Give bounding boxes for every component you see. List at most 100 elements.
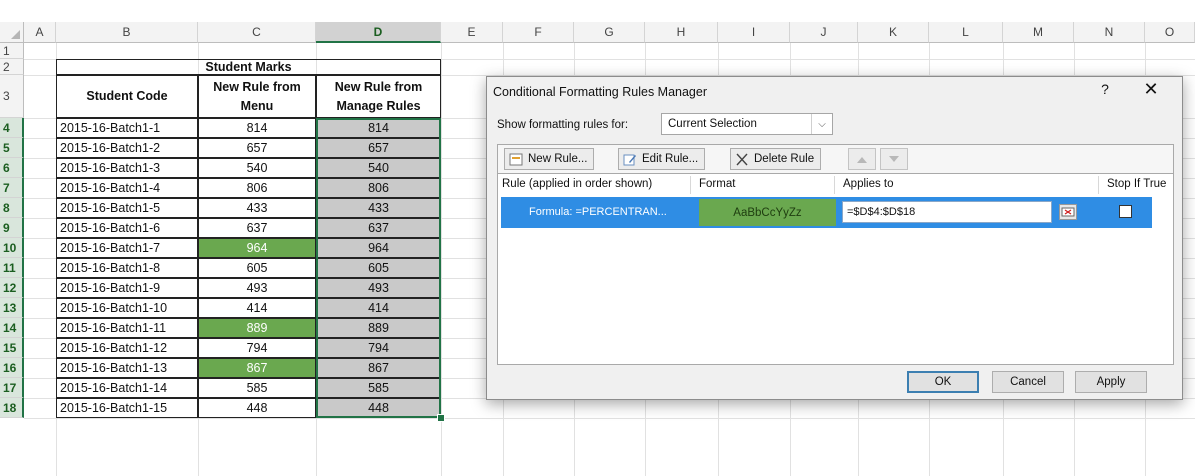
row-header-2[interactable]: 2 xyxy=(0,59,24,75)
row-header-10[interactable]: 10 xyxy=(0,238,24,258)
chevron-down-icon[interactable]: ⌵ xyxy=(811,114,832,134)
student-code-cell[interactable]: 2015-16-Batch1-10 xyxy=(56,298,198,318)
row-header-11[interactable]: 11 xyxy=(0,258,24,278)
close-button[interactable]: ✕ xyxy=(1140,79,1162,100)
row-header-8[interactable]: 8 xyxy=(0,198,24,218)
row-header-13[interactable]: 13 xyxy=(0,298,24,318)
column-header-c[interactable]: C xyxy=(198,22,316,43)
student-code-cell[interactable]: 2015-16-Batch1-15 xyxy=(56,398,198,418)
student-code-cell[interactable]: 2015-16-Batch1-9 xyxy=(56,278,198,298)
menu-rule-cell[interactable]: 637 xyxy=(198,218,316,238)
menu-rule-cell[interactable]: 585 xyxy=(198,378,316,398)
menu-rule-cell[interactable]: 493 xyxy=(198,278,316,298)
row-header-4[interactable]: 4 xyxy=(0,118,24,138)
menu-rule-cell[interactable]: 814 xyxy=(198,118,316,138)
student-code-cell[interactable]: 2015-16-Batch1-5 xyxy=(56,198,198,218)
manage-rule-cell[interactable]: 605 xyxy=(316,258,441,278)
manage-rule-cell[interactable]: 433 xyxy=(316,198,441,218)
row-header-14[interactable]: 14 xyxy=(0,318,24,338)
menu-rule-cell[interactable]: 806 xyxy=(198,178,316,198)
column-header-o[interactable]: O xyxy=(1145,22,1195,43)
student-code-cell[interactable]: 2015-16-Batch1-11 xyxy=(56,318,198,338)
manage-rule-cell[interactable]: 657 xyxy=(316,138,441,158)
manage-rule-cell[interactable]: 794 xyxy=(316,338,441,358)
column-header-d[interactable]: D xyxy=(316,22,441,43)
column-header-n[interactable]: N xyxy=(1074,22,1145,43)
manage-rule-cell[interactable]: 585 xyxy=(316,378,441,398)
header-divider xyxy=(1098,176,1099,194)
column-header-e[interactable]: E xyxy=(441,22,503,43)
row-header-7[interactable]: 7 xyxy=(0,178,24,198)
menu-rule-cell[interactable]: 414 xyxy=(198,298,316,318)
column-header-a[interactable]: A xyxy=(24,22,56,43)
menu-rule-cell[interactable]: 889 xyxy=(198,318,316,338)
ok-button[interactable]: OK xyxy=(907,371,979,393)
row-header-3[interactable]: 3 xyxy=(0,75,24,118)
applies-to-input[interactable]: =$D$4:$D$18 xyxy=(842,201,1052,223)
student-code-cell[interactable]: 2015-16-Batch1-7 xyxy=(56,238,198,258)
row-header-16[interactable]: 16 xyxy=(0,358,24,378)
rules-list[interactable]: Rule (applied in order shown) Format App… xyxy=(497,173,1174,365)
new-rule-button[interactable]: New Rule... xyxy=(504,148,595,170)
column-header-h[interactable]: H xyxy=(645,22,718,43)
edit-rule-button[interactable]: Edit Rule... xyxy=(618,148,706,170)
student-code-cell[interactable]: 2015-16-Batch1-14 xyxy=(56,378,198,398)
menu-rule-cell[interactable]: 794 xyxy=(198,338,316,358)
row-header-1[interactable]: 1 xyxy=(0,43,24,59)
manage-rule-cell[interactable]: 637 xyxy=(316,218,441,238)
rule-row[interactable]: Formula: =PERCENTRAN... AaBbCcYyZz =$D$4… xyxy=(501,197,1152,228)
fill-handle[interactable] xyxy=(437,414,445,422)
row-header-15[interactable]: 15 xyxy=(0,338,24,358)
column-header-m[interactable]: M xyxy=(1003,22,1074,43)
row-header-17[interactable]: 17 xyxy=(0,378,24,398)
menu-rule-cell[interactable]: 448 xyxy=(198,398,316,418)
student-code-cell[interactable]: 2015-16-Batch1-13 xyxy=(56,358,198,378)
column-header-g[interactable]: G xyxy=(574,22,645,43)
delete-rule-button[interactable]: Delete Rule xyxy=(730,148,822,170)
manage-rule-cell[interactable]: 806 xyxy=(316,178,441,198)
format-column-header: Format xyxy=(699,178,736,190)
cancel-button[interactable]: Cancel xyxy=(992,371,1064,393)
student-code-cell[interactable]: 2015-16-Batch1-12 xyxy=(56,338,198,358)
help-button[interactable]: ? xyxy=(1094,81,1116,97)
column-header-f[interactable]: F xyxy=(503,22,574,43)
menu-rule-cell[interactable]: 867 xyxy=(198,358,316,378)
menu-rule-cell[interactable]: 433 xyxy=(198,198,316,218)
menu-rule-cell[interactable]: 964 xyxy=(198,238,316,258)
manage-rule-cell[interactable]: 814 xyxy=(316,118,441,138)
row-header-5[interactable]: 5 xyxy=(0,138,24,158)
menu-rule-cell[interactable]: 605 xyxy=(198,258,316,278)
table-title: Student Marks xyxy=(56,59,441,75)
row-header-12[interactable]: 12 xyxy=(0,278,24,298)
manage-rule-cell[interactable]: 414 xyxy=(316,298,441,318)
row-header-18[interactable]: 18 xyxy=(0,398,24,418)
student-code-cell[interactable]: 2015-16-Batch1-2 xyxy=(56,138,198,158)
move-down-button[interactable] xyxy=(880,148,908,170)
row-header-6[interactable]: 6 xyxy=(0,158,24,178)
column-header-k[interactable]: K xyxy=(858,22,929,43)
stop-if-true-checkbox[interactable] xyxy=(1119,205,1132,218)
manage-rule-cell[interactable]: 867 xyxy=(316,358,441,378)
menu-rule-cell[interactable]: 657 xyxy=(198,138,316,158)
student-code-cell[interactable]: 2015-16-Batch1-8 xyxy=(56,258,198,278)
student-code-cell[interactable]: 2015-16-Batch1-1 xyxy=(56,118,198,138)
manage-rule-cell[interactable]: 889 xyxy=(316,318,441,338)
menu-rule-cell[interactable]: 540 xyxy=(198,158,316,178)
column-header-l[interactable]: L xyxy=(929,22,1003,43)
manage-rule-cell[interactable]: 448 xyxy=(316,398,441,418)
select-all-corner[interactable] xyxy=(0,22,24,43)
range-selector-icon[interactable] xyxy=(1059,204,1077,220)
column-header-i[interactable]: I xyxy=(718,22,790,43)
student-code-cell[interactable]: 2015-16-Batch1-6 xyxy=(56,218,198,238)
row-header-9[interactable]: 9 xyxy=(0,218,24,238)
show-rules-dropdown[interactable]: Current Selection ⌵ xyxy=(661,113,833,135)
manage-rule-cell[interactable]: 964 xyxy=(316,238,441,258)
manage-rule-cell[interactable]: 540 xyxy=(316,158,441,178)
column-header-b[interactable]: B xyxy=(56,22,198,43)
manage-rule-cell[interactable]: 493 xyxy=(316,278,441,298)
apply-button[interactable]: Apply xyxy=(1075,371,1147,393)
student-code-cell[interactable]: 2015-16-Batch1-4 xyxy=(56,178,198,198)
move-up-button[interactable] xyxy=(848,148,876,170)
column-header-j[interactable]: J xyxy=(790,22,858,43)
student-code-cell[interactable]: 2015-16-Batch1-3 xyxy=(56,158,198,178)
